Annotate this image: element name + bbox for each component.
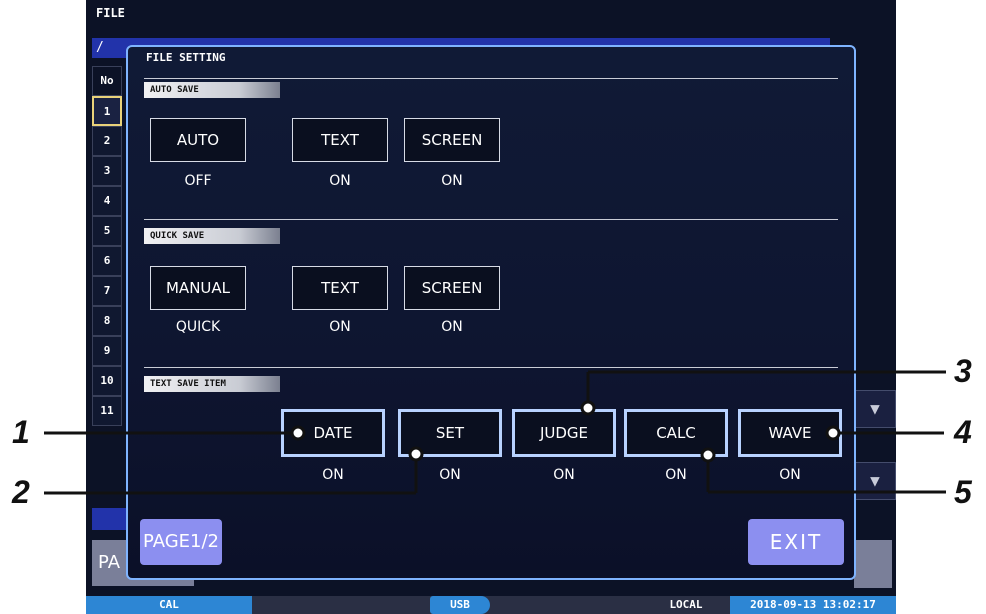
callout-number-5: 5 [954,474,972,510]
callout-dot-2 [408,446,424,462]
callout-number-3: 3 [954,353,972,389]
callout-number-4: 4 [954,414,972,450]
callout-dot-4 [825,425,841,441]
callout-number-2: 2 [12,474,30,510]
callout-dot-1 [290,425,306,441]
callout-lines [44,370,946,495]
callout-dot-3 [580,400,596,416]
callout-dot-5 [700,447,716,463]
callout-number-1: 1 [12,414,30,450]
